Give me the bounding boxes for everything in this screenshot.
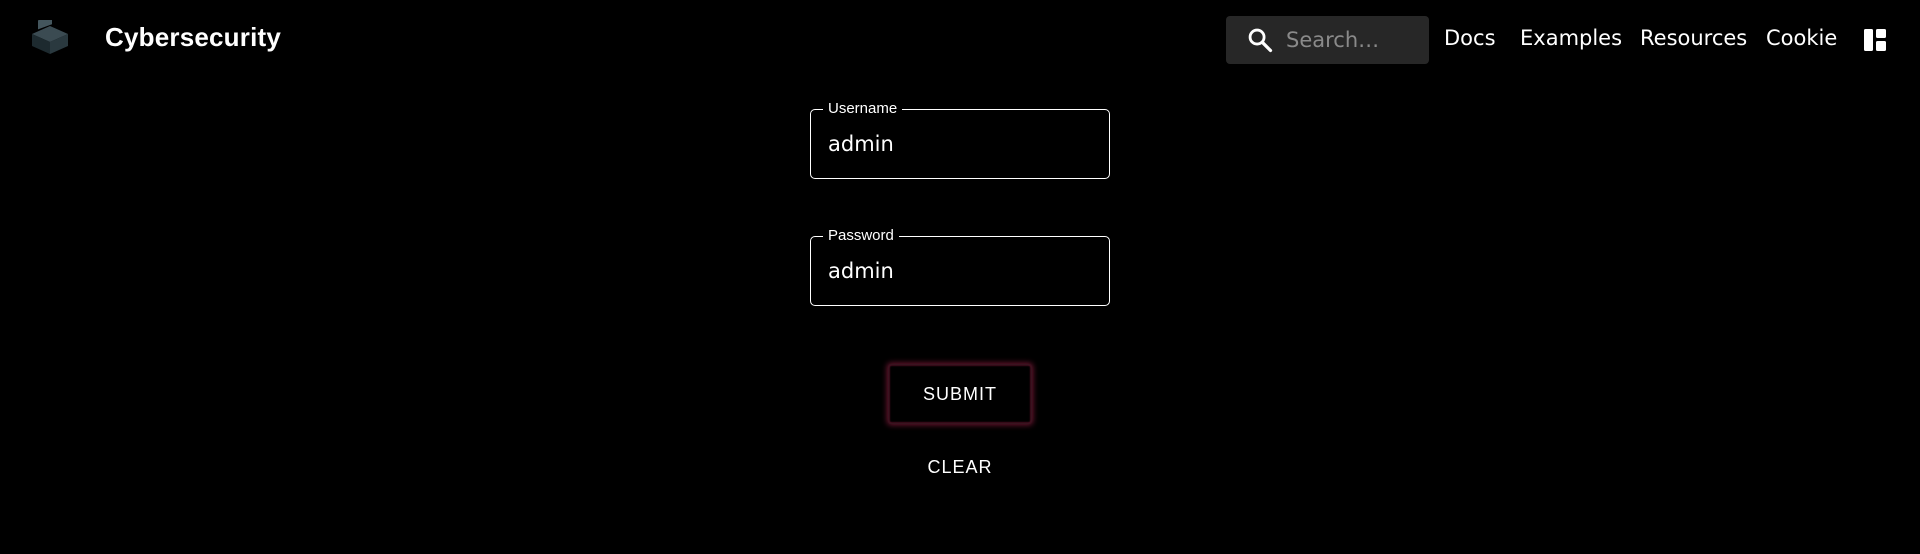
search-input[interactable] bbox=[1284, 27, 1428, 53]
password-value[interactable]: admin bbox=[828, 259, 894, 283]
search-icon bbox=[1248, 28, 1273, 53]
submit-button[interactable]: SUBMIT bbox=[888, 364, 1032, 424]
username-field[interactable]: Username admin bbox=[810, 100, 1110, 179]
app-title[interactable]: Cybersecurity bbox=[105, 22, 281, 53]
laptop-logo-icon[interactable] bbox=[28, 20, 72, 60]
top-navbar: Cybersecurity Docs Examples Resources Co… bbox=[0, 0, 1920, 78]
search-box[interactable] bbox=[1226, 16, 1429, 64]
layout-dashboard-icon[interactable] bbox=[1863, 28, 1887, 52]
username-label: Username bbox=[823, 100, 903, 118]
password-field[interactable]: Password admin bbox=[810, 227, 1110, 306]
nav-examples-link[interactable]: Examples bbox=[1520, 26, 1622, 50]
password-label: Password bbox=[823, 227, 899, 245]
clear-button[interactable]: CLEAR bbox=[880, 452, 1040, 482]
nav-docs-link[interactable]: Docs bbox=[1444, 26, 1496, 50]
nav-resources-link[interactable]: Resources bbox=[1640, 26, 1747, 50]
nav-cookie-link[interactable]: Cookie bbox=[1766, 26, 1837, 50]
username-value[interactable]: admin bbox=[828, 132, 894, 156]
